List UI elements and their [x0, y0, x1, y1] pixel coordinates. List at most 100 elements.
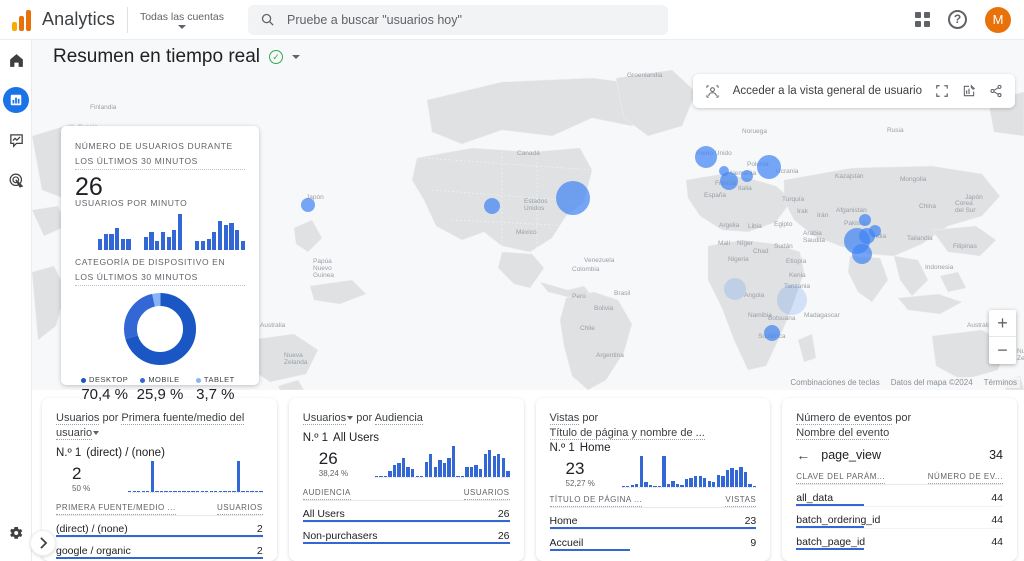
card2-dimension[interactable]: Audiencia [375, 412, 423, 425]
users-30min-value: 26 [75, 174, 245, 200]
table-row[interactable]: Non-purchasers26 [303, 522, 510, 544]
card4-dimension[interactable]: Nombre del evento [796, 427, 889, 440]
spark-bar [379, 476, 382, 477]
help-icon[interactable]: ? [948, 10, 967, 29]
spark-bar [676, 484, 679, 487]
spark-bar [224, 225, 228, 250]
spark-bar [155, 491, 158, 492]
map-user-bubble[interactable] [859, 214, 871, 226]
device-legend: DESKTOP 70,4 % MOBILE 25,9 % TABLET 3,7 … [75, 375, 245, 403]
map-user-bubble[interactable] [556, 181, 590, 215]
card4-metric[interactable]: Número de eventos [796, 412, 892, 425]
card3-pct: 52,27 % [566, 479, 622, 488]
map-user-bubble[interactable] [852, 244, 872, 264]
account-selector[interactable]: Todas las cuentas [140, 11, 230, 29]
spark-bar [172, 230, 176, 250]
spark-bar [384, 476, 387, 477]
card1-metric[interactable]: Usuarios [56, 412, 99, 425]
table-row[interactable]: all_data44 [796, 484, 1003, 506]
card3-table-header: TÍTULO DE PÁGINA ... VISTAS [550, 495, 757, 507]
map-shortcuts-link[interactable]: Combinaciones de teclas [790, 378, 879, 387]
avatar[interactable]: M [985, 7, 1011, 33]
map-user-bubble[interactable] [777, 285, 807, 315]
table-row-label: (direct) / (none) [56, 523, 128, 535]
card3-value: 23 [566, 460, 622, 478]
map-user-bubble[interactable] [764, 325, 780, 341]
card3-metric[interactable]: Vistas [550, 412, 580, 425]
card2-bigrow: 26 38,24 % [303, 445, 510, 478]
map-terms-link[interactable]: Términos [984, 378, 1017, 387]
map-user-bubble[interactable] [301, 198, 315, 212]
spark-bar [375, 476, 378, 477]
map-label: Argelia [719, 222, 739, 229]
card-event-count[interactable]: Número de eventos por Nombre del evento … [782, 398, 1017, 561]
fullscreen-icon[interactable] [935, 84, 949, 98]
card-audience[interactable]: Usuarios por Audiencia N.º 1All Users 26… [289, 398, 524, 561]
spark-bar [161, 232, 165, 250]
map-label: Mongolia [900, 176, 926, 183]
map-user-bubble[interactable] [724, 278, 746, 300]
sidebar-item-admin[interactable] [0, 513, 32, 553]
analytics-logo-icon [12, 9, 33, 31]
map-label: Australia [260, 322, 285, 329]
spark-bar [223, 491, 226, 492]
card-page-views[interactable]: Vistas por Título de página y nombre de … [536, 398, 771, 561]
map-label: España [704, 192, 726, 199]
card3-dimension[interactable]: Título de página y nombre de ... [550, 427, 705, 440]
map-user-bubble[interactable] [695, 146, 717, 168]
spark-bar [717, 475, 720, 487]
share-icon[interactable] [989, 84, 1003, 98]
search-input[interactable] [287, 13, 656, 27]
spark-bar [212, 232, 216, 250]
table-row-label: Non-purchasers [303, 530, 378, 542]
spark-bar [237, 461, 240, 492]
sidebar-item-advertising[interactable] [0, 160, 32, 200]
table-row[interactable]: batch_page_id44 [796, 528, 1003, 550]
card1-rank-name: (direct) / (none) [86, 447, 165, 459]
card1-table-header: PRIMERA FUENTE/MEDIO ... USUARIOS [56, 503, 263, 515]
map-user-bubble[interactable] [741, 170, 753, 182]
map-label: Venezuela [584, 257, 614, 264]
map-zoom-controls[interactable]: + − [989, 310, 1016, 364]
card-first-user-source[interactable]: Usuarios por Primera fuente/medio del us… [42, 398, 277, 561]
map-label: Brasil [614, 290, 630, 297]
overview-button-label[interactable]: Acceder a la vista general de usuario [733, 85, 922, 97]
table-row[interactable]: (direct) / (none)2 [56, 515, 263, 537]
insights-icon[interactable] [962, 84, 976, 98]
arrow-left-icon[interactable]: ← [796, 447, 810, 463]
expand-sidebar-button[interactable] [30, 530, 56, 556]
spark-bar [644, 482, 647, 487]
spark-bar [721, 476, 724, 487]
map-label: EstadosUnidos [524, 198, 548, 212]
table-row[interactable]: google / organic2 [56, 537, 263, 559]
sidebar-item-explore[interactable] [0, 120, 32, 160]
grid-apps-icon[interactable] [915, 12, 930, 27]
sidebar-item-reports[interactable] [0, 80, 32, 120]
table-row[interactable]: batch_ordering_id44 [796, 506, 1003, 528]
chevron-down-icon[interactable] [93, 431, 99, 435]
zoom-in-button[interactable]: + [989, 310, 1016, 337]
map-user-bubble[interactable] [484, 198, 500, 214]
person-overview-icon[interactable] [705, 84, 720, 99]
map-user-bubble[interactable] [719, 166, 729, 176]
realtime-stats-panel: NÚMERO DE USUARIOS DURANTE LOS ÚLTIMOS 3… [61, 126, 259, 385]
card2-metric[interactable]: Usuarios [303, 412, 346, 425]
spark-bar [685, 479, 688, 487]
sidebar-item-home[interactable] [0, 40, 32, 80]
table-row[interactable]: All Users26 [303, 500, 510, 522]
spark-bar [420, 476, 423, 477]
table-row-label: all_data [796, 492, 833, 504]
spark-bar [235, 230, 239, 250]
page-title-chevron-down-icon[interactable] [292, 55, 300, 59]
users-per-minute-label: USUARIOS POR MINUTO [75, 198, 245, 208]
map-label: NuevaZelanda [284, 352, 308, 366]
table-row[interactable]: Home23 [550, 507, 757, 529]
table-row-value: 2 [257, 545, 263, 557]
table-row[interactable]: Accueil9 [550, 529, 757, 551]
spark-bar [461, 476, 464, 477]
map-user-bubble[interactable] [757, 155, 781, 179]
map-user-bubble[interactable] [869, 225, 881, 237]
table-row-bar [550, 549, 631, 551]
zoom-out-button[interactable]: − [989, 337, 1016, 364]
search-box[interactable] [248, 5, 668, 35]
